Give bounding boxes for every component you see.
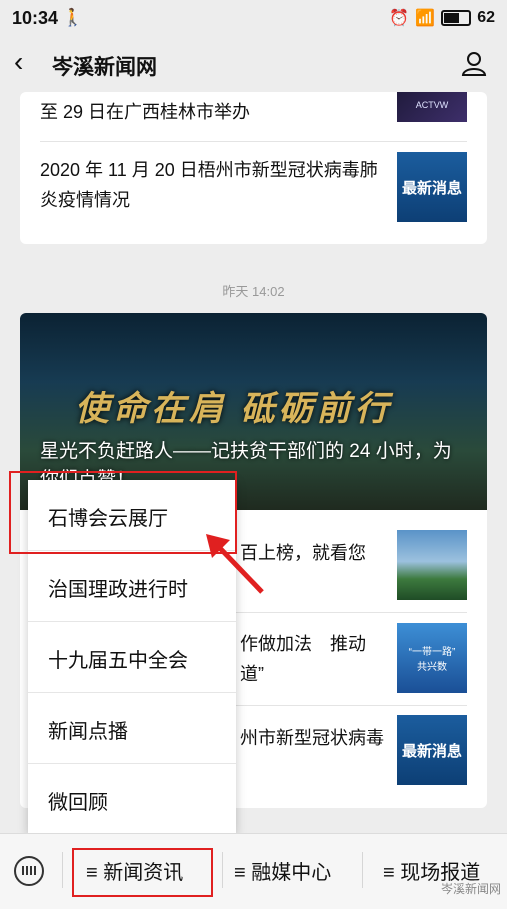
pointer-arrow-icon <box>206 534 264 594</box>
highlight-box <box>72 848 213 897</box>
hero-slogan: 使命在肩 砥砺前行 <box>75 390 393 428</box>
alarm-icon: ⏰ <box>389 10 410 27</box>
battery-level: 62 <box>477 9 495 26</box>
divider <box>62 852 63 888</box>
article-thumbnail: 最新消息 <box>397 715 467 785</box>
page-title: 岑溪新闻网 <box>52 56 157 79</box>
menu-item-label: 新闻点播 <box>48 721 128 743</box>
user-profile-icon[interactable] <box>461 50 487 76</box>
article-title: 2020 年 11 月 20 日梧州市新型冠状病毒肺炎疫情情况 <box>40 160 378 210</box>
battery-icon <box>441 10 472 26</box>
status-bar: 10:34 🚶 ⏰ 📶 62 <box>0 0 507 36</box>
article-thumbnail: ACTVW <box>397 92 467 122</box>
article-thumbnail <box>397 530 467 600</box>
divider <box>362 852 363 888</box>
article-title: 至 29 日在广西桂林市举办 <box>40 102 251 122</box>
divider <box>40 141 467 142</box>
menu-item-review[interactable]: 微回顾 <box>28 763 236 834</box>
wifi-icon: 📶 <box>415 10 436 27</box>
tab-media-center[interactable]: ≡ 融媒中心 <box>234 856 331 885</box>
article-thumbnail: 最新消息 <box>397 152 467 222</box>
menu-item-fifth-plenum[interactable]: 十九届五中全会 <box>28 621 236 692</box>
article-title-line2: 道” <box>240 664 264 684</box>
walk-icon: 🚶 <box>62 8 84 27</box>
thumbnail-label: 共兴数 <box>417 662 447 673</box>
article-title: 作做加法 推动 <box>240 634 366 654</box>
status-icons: ⏰ 📶 62 <box>389 8 495 28</box>
thumbnail-label: “一带一路” <box>408 647 456 658</box>
thumbnail-label: ACTVW <box>415 99 449 110</box>
message-timestamp: 昨天 14:02 <box>222 284 285 299</box>
article-item[interactable]: 2020 年 11 月 20 日梧州市新型冠状病毒肺炎疫情情况 最新消息 <box>40 152 467 232</box>
thumbnail-label: 最新消息 <box>401 742 462 760</box>
status-time: 10:34 <box>12 8 59 28</box>
back-icon[interactable]: ‹ <box>14 48 23 76</box>
menu-item-label: 十九届五中全会 <box>48 650 188 672</box>
menu-item-label: 治国理政进行时 <box>48 579 188 601</box>
watermark: 岑溪新闻网 <box>440 882 501 896</box>
menu-item-label: 微回顾 <box>48 792 108 814</box>
thumbnail-label: 最新消息 <box>401 179 462 197</box>
article-item[interactable]: 至 29 日在广西桂林市举办 ACTVW <box>40 92 467 147</box>
article-card: 至 29 日在广西桂林市举办 ACTVW 2020 年 11 月 20 日梧州市… <box>20 92 487 244</box>
menu-item-news-on-demand[interactable]: 新闻点播 <box>28 692 236 763</box>
nav-bar: ‹ 岑溪新闻网 <box>0 36 507 92</box>
keyboard-icon[interactable] <box>14 856 44 886</box>
divider <box>222 852 223 888</box>
article-title: 州市新型冠状病毒 <box>240 728 384 748</box>
article-thumbnail: “一带一路” 共兴数 <box>397 623 467 693</box>
